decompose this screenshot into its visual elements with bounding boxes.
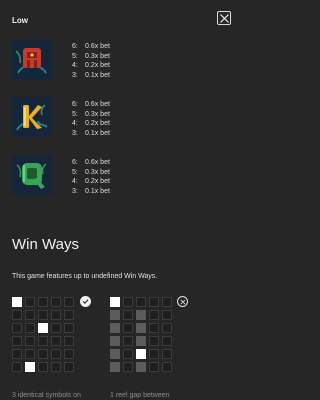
pay-line: 5: 0.3x bet [72, 52, 110, 60]
grid-cell [123, 362, 133, 372]
grid-cell-highlighted [110, 297, 120, 307]
pay-line: 6: 0.6x bet [72, 43, 110, 50]
win-way-caption-valid: 3 identical symbols on [12, 392, 81, 399]
grid-cell [149, 362, 159, 372]
symbol-row-k: 6: 0.6x bet 5: 0.3x bet 4: 0.2x bet 3: 0.1x … [12, 97, 212, 141]
grid-cell [25, 336, 35, 346]
grid-cell-gap [136, 362, 146, 372]
pay-list-a: 6: 0.6x bet 5: 0.3x bet 4: 0.2x bet 3: 0.1x … [72, 42, 110, 80]
pay-line: 4: 0.2x bet [72, 120, 110, 128]
pay-line: 4: 0.2x bet [72, 178, 110, 186]
grid-cell [51, 336, 61, 346]
close-icon [219, 13, 229, 23]
grid-cell-gap [136, 310, 146, 320]
win-way-example-grid-valid [12, 297, 74, 372]
grid-cell [162, 297, 172, 307]
grid-cell [136, 297, 146, 307]
symbol-k-image [12, 97, 52, 137]
grid-cell [12, 323, 22, 333]
grid-cell [25, 349, 35, 359]
grid-cell [12, 349, 22, 359]
grid-cell [38, 349, 48, 359]
grid-cell [123, 297, 133, 307]
win-ways-title: Win Ways [12, 236, 79, 253]
grid-cell [64, 310, 74, 320]
grid-cell [64, 297, 74, 307]
grid-cell [149, 323, 159, 333]
pay-line: 6: 0.6x bet [72, 159, 110, 166]
grid-cell-highlighted [136, 349, 146, 359]
section-title: Low [12, 16, 28, 25]
grid-cell-gap [110, 323, 120, 333]
grid-cell [64, 362, 74, 372]
grid-cell [38, 336, 48, 346]
pay-line: 6: 0.6x bet [72, 101, 110, 108]
grid-cell [149, 349, 159, 359]
symbol-a-image [12, 39, 52, 79]
grid-cell [38, 297, 48, 307]
grid-cell [162, 323, 172, 333]
grid-cell [149, 336, 159, 346]
grid-cell [64, 349, 74, 359]
grid-cell-gap [110, 349, 120, 359]
grid-cell [123, 310, 133, 320]
win-ways-description: This game features up to undefined Win W… [12, 273, 158, 280]
grid-cell [51, 362, 61, 372]
grid-cell [38, 310, 48, 320]
grid-cell-highlighted [12, 297, 22, 307]
paytable-page: Low 6: 0.6x bet 5: 0.3x bet 4: 0.2x bet 3: 0… [0, 0, 243, 400]
grid-cell [123, 323, 133, 333]
pay-list-q: 6: 0.6x bet 5: 0.3x bet 4: 0.2x bet 3: 0.1x … [72, 158, 110, 196]
check-circle-icon [80, 296, 91, 307]
grid-cell [51, 349, 61, 359]
cross-circle-icon [177, 296, 188, 307]
pay-line: 3: 0.1x bet [72, 129, 110, 137]
grid-cell [25, 310, 35, 320]
grid-cell-gap [110, 336, 120, 346]
grid-cell [162, 310, 172, 320]
grid-cell-highlighted [25, 362, 35, 372]
symbol-row-a: 6: 0.6x bet 5: 0.3x bet 4: 0.2x bet 3: 0.1x … [12, 39, 212, 83]
pay-line: 4: 0.2x bet [72, 62, 110, 70]
symbol-q-image [12, 155, 52, 195]
pay-line: 5: 0.3x bet [72, 168, 110, 176]
grid-cell [12, 362, 22, 372]
grid-cell-gap [110, 362, 120, 372]
close-button[interactable] [217, 11, 231, 25]
pay-list-k: 6: 0.6x bet 5: 0.3x bet 4: 0.2x bet 3: 0.1x … [72, 100, 110, 138]
grid-cell [51, 310, 61, 320]
grid-cell [64, 323, 74, 333]
win-way-caption-invalid: 1 reel gap between [110, 392, 170, 399]
grid-cell [149, 297, 159, 307]
grid-cell [123, 349, 133, 359]
pay-line: 3: 0.1x bet [72, 187, 110, 195]
grid-cell [162, 349, 172, 359]
grid-cell-gap [136, 323, 146, 333]
grid-cell [123, 336, 133, 346]
grid-cell-highlighted [38, 323, 48, 333]
pay-line: 5: 0.3x bet [72, 110, 110, 118]
grid-cell-gap [136, 336, 146, 346]
symbol-row-q: 6: 0.6x bet 5: 0.3x bet 4: 0.2x bet 3: 0.1x … [12, 155, 212, 199]
grid-cell [51, 297, 61, 307]
grid-cell [149, 310, 159, 320]
grid-cell [25, 297, 35, 307]
grid-cell-gap [110, 310, 120, 320]
grid-cell [64, 336, 74, 346]
grid-cell [12, 336, 22, 346]
win-way-example-grid-invalid [110, 297, 172, 372]
grid-cell [162, 362, 172, 372]
grid-cell [25, 323, 35, 333]
grid-cell [38, 362, 48, 372]
grid-cell [12, 310, 22, 320]
grid-cell [51, 323, 61, 333]
grid-cell [162, 336, 172, 346]
pay-line: 3: 0.1x bet [72, 71, 110, 79]
